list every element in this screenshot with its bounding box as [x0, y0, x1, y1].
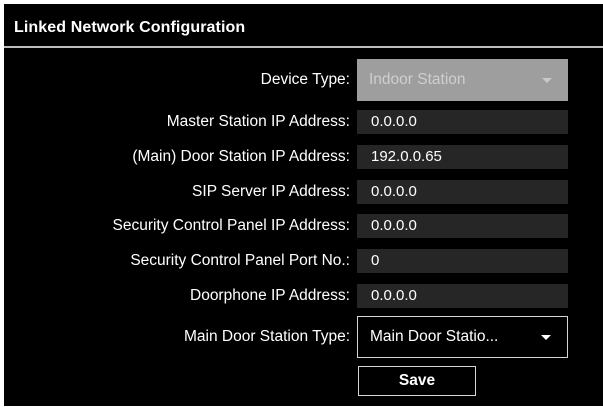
security-panel-ip-label: Security Control Panel IP Address: — [112, 217, 350, 234]
master-station-ip-field[interactable]: 0.0.0.0 — [357, 110, 568, 134]
device-type-value: Indoor Station — [369, 71, 466, 88]
main-door-station-type-select[interactable]: Main Door Statio... — [357, 316, 568, 358]
save-button[interactable]: Save — [358, 366, 476, 396]
main-door-station-type-value: Main Door Statio... — [370, 328, 499, 345]
master-station-ip-label: Master Station IP Address: — [166, 113, 350, 130]
main-door-station-ip-label: (Main) Door Station IP Address: — [132, 148, 350, 165]
panel-title: Linked Network Configuration — [14, 19, 246, 36]
chevron-down-icon — [542, 78, 552, 83]
sip-server-ip-label: SIP Server IP Address: — [192, 183, 350, 200]
linked-network-configuration-panel: Linked Network Configuration Device Type… — [4, 4, 603, 406]
security-panel-port-label: Security Control Panel Port No.: — [130, 252, 350, 269]
doorphone-ip-field[interactable]: 0.0.0.0 — [357, 284, 568, 308]
security-panel-port-field[interactable]: 0 — [357, 249, 568, 273]
chevron-down-icon[interactable] — [541, 335, 551, 340]
doorphone-ip-label: Doorphone IP Address: — [190, 287, 350, 304]
device-type-label: Device Type: — [260, 71, 350, 88]
main-door-station-type-label: Main Door Station Type: — [184, 328, 350, 345]
sip-server-ip-field[interactable]: 0.0.0.0 — [357, 180, 568, 204]
device-type-select: Indoor Station — [357, 59, 568, 101]
security-panel-ip-field[interactable]: 0.0.0.0 — [357, 214, 568, 238]
title-divider — [4, 46, 603, 48]
main-door-station-ip-field[interactable]: 192.0.0.65 — [357, 145, 568, 169]
